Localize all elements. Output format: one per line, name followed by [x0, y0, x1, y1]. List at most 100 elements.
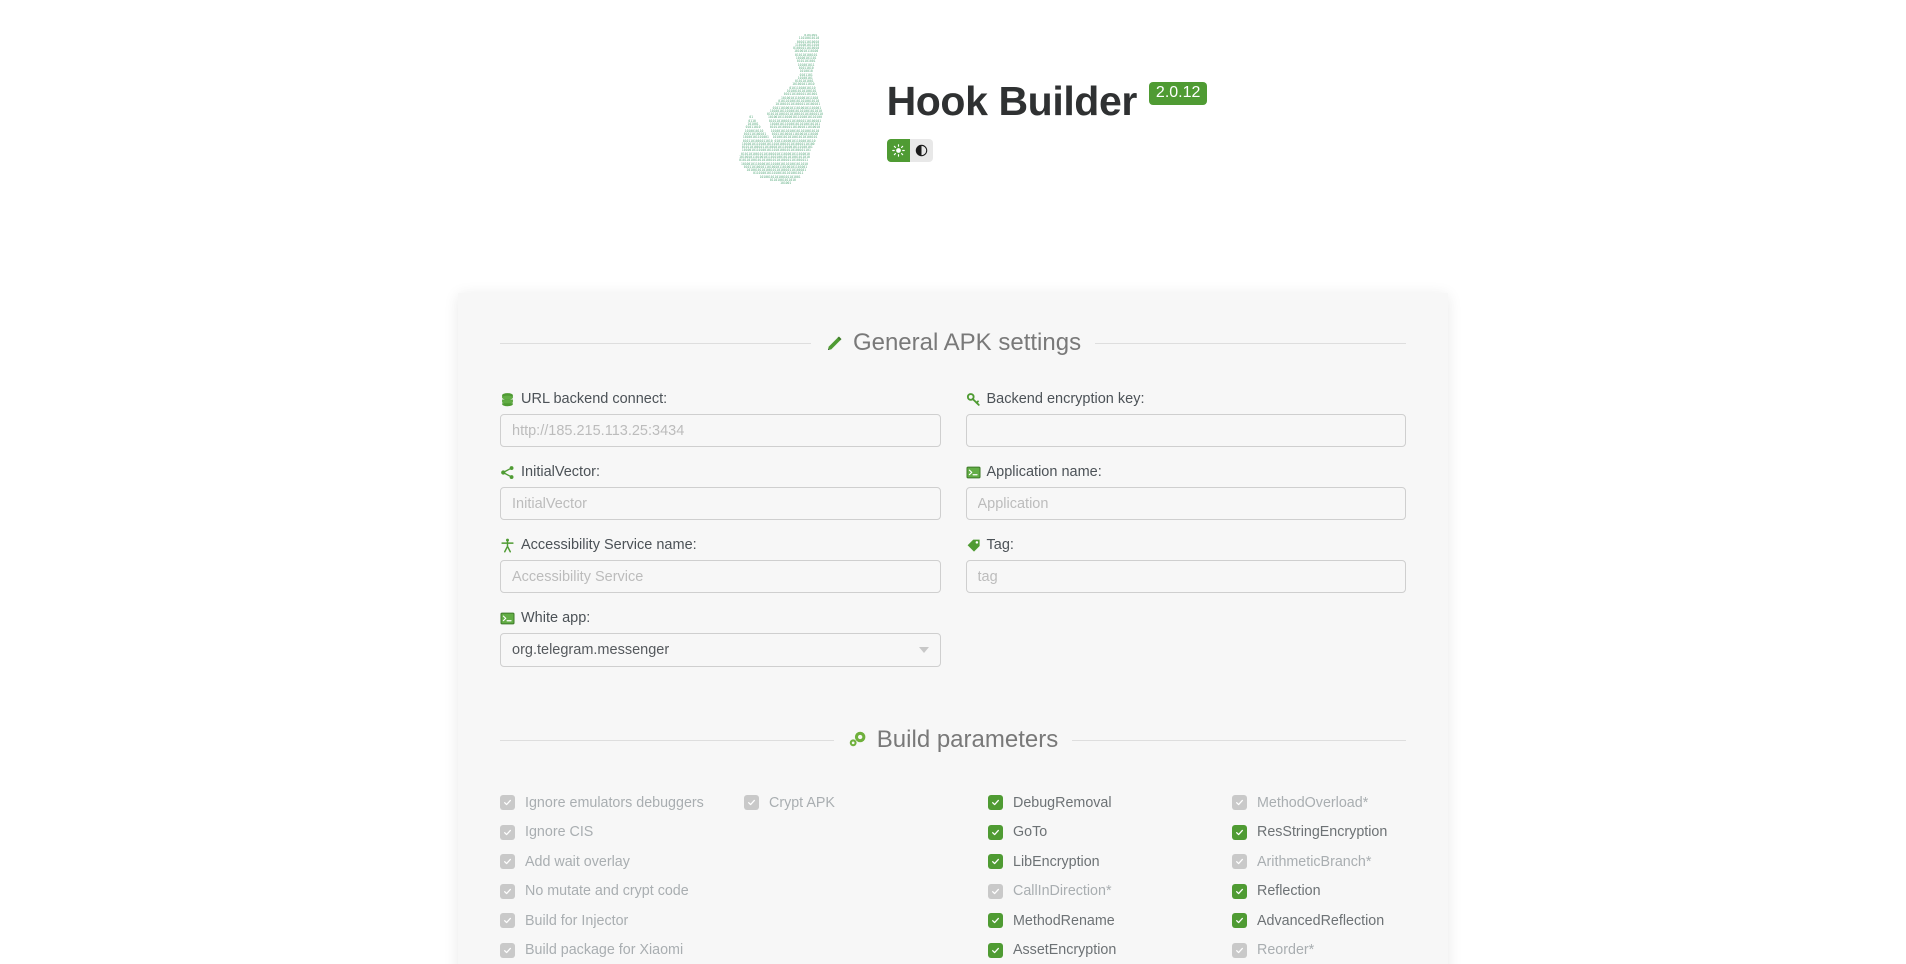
checkbox-checked-icon[interactable] [1232, 824, 1247, 840]
database-icon [500, 392, 515, 407]
build-parameter-label: Add wait overlay [525, 853, 630, 870]
checkbox-checked-icon[interactable] [988, 913, 1003, 929]
build-parameter-label: Ignore CIS [525, 824, 594, 841]
label-white-app-text: White app: [521, 610, 591, 626]
checkbox-checked-icon[interactable] [988, 942, 1003, 958]
label-tag: Tag: [966, 537, 1407, 553]
checkbox-checked-icon[interactable] [1232, 883, 1247, 899]
ascii-hook-logo: 0101001 11010010110 001011010010 1101001… [739, 34, 823, 186]
build-parameter-label: AdvancedReflection [1257, 912, 1385, 929]
build-parameter-item[interactable]: LibEncryption [988, 847, 1232, 877]
accessibility-service-input[interactable] [500, 560, 941, 593]
build-parameters-column-1: Ignore emulators debuggers Ignore CIS Add … [500, 788, 744, 964]
tag-input[interactable] [965, 560, 1406, 593]
contrast-icon [915, 144, 928, 157]
build-parameter-label: Reorder* [1257, 942, 1315, 959]
checkbox-checked-icon [500, 795, 515, 811]
build-parameter-label: ResStringEncryption [1257, 824, 1388, 841]
build-parameter-item[interactable]: MethodRename [988, 906, 1232, 936]
general-section-header: General APK settings [500, 329, 1407, 357]
build-parameter-label: Build for Injector [525, 912, 629, 929]
general-section-title: General APK settings [852, 329, 1082, 356]
build-section: Build parameters Ignore emulators debugg… [500, 726, 1407, 964]
terminal-icon [966, 465, 981, 480]
build-parameters-column-2: Crypt APK [744, 788, 988, 964]
checkbox-checked-icon[interactable] [1232, 913, 1247, 929]
url-backend-input[interactable] [500, 414, 941, 447]
theme-light-button[interactable] [886, 139, 910, 162]
build-parameters-grid: Ignore emulators debuggers Ignore CIS Add … [500, 788, 1406, 964]
label-tag-text: Tag: [986, 537, 1014, 553]
title-row: Hook Builder 2.0.12 [887, 81, 1208, 122]
build-parameter-label: Crypt APK [769, 794, 835, 811]
label-initial-vector-text: InitialVector: [521, 464, 600, 480]
build-parameter-item[interactable]: AssetEncryption [988, 936, 1232, 964]
pencil-icon [825, 334, 844, 353]
initial-vector-input[interactable] [500, 487, 941, 520]
build-parameters-column-4: MethodOverload* ResStringEncryption Arithm… [1232, 788, 1476, 964]
build-parameter-item[interactable]: ResStringEncryption [1232, 818, 1476, 848]
build-parameter-item[interactable]: AdvancedReflection [1232, 906, 1476, 936]
build-parameter-label: Ignore emulators debuggers [525, 794, 704, 811]
build-parameter-label: Build package for Xiaomi [525, 942, 684, 959]
checkbox-checked-icon [988, 883, 1003, 899]
field-tag: Tag: [965, 537, 1407, 593]
app-logo: 0101001 11010010110 001011010010 1101001… [699, 34, 849, 209]
build-parameter-label: MethodRename [1013, 912, 1115, 929]
field-accessibility-service: Accessibility Service name: [500, 537, 941, 593]
build-parameter-item: Ignore emulators debuggers [500, 788, 744, 818]
build-parameter-item: No mutate and crypt code [500, 877, 744, 907]
label-initial-vector: InitialVector: [500, 464, 941, 480]
build-parameters-column-3: DebugRemoval GoTo LibEncryption CallInDirec… [988, 788, 1232, 964]
build-parameter-item[interactable]: GoTo [988, 818, 1232, 848]
build-parameter-item: Build package for Xiaomi [500, 936, 744, 964]
build-parameter-item: Add wait overlay [500, 847, 744, 877]
theme-toggle-group[interactable] [886, 139, 933, 162]
label-white-app: White app: [500, 610, 941, 626]
tag-icon [966, 538, 981, 553]
share-nodes-icon [500, 465, 515, 480]
backend-key-input[interactable] [965, 414, 1406, 447]
checkbox-checked-icon[interactable] [988, 795, 1003, 811]
field-application-name: Application name: [965, 464, 1407, 520]
divider-left [500, 342, 811, 344]
field-url-backend: URL backend connect: [500, 391, 941, 447]
build-parameter-item: Build for Injector [500, 906, 744, 936]
label-application-name: Application name: [966, 464, 1407, 480]
field-initial-vector: InitialVector: [500, 464, 941, 520]
label-application-name-text: Application name: [986, 464, 1102, 480]
version-badge: 2.0.12 [1148, 82, 1208, 105]
build-parameter-item: CallInDirection* [988, 877, 1232, 907]
field-backend-key: Backend encryption key: [965, 391, 1406, 447]
label-url-backend-text: URL backend connect: [521, 391, 668, 407]
key-icon [966, 392, 981, 407]
checkbox-checked-icon[interactable] [988, 824, 1003, 840]
checkbox-checked-icon [500, 942, 515, 958]
general-form: URL backend connect: http://185.215.113.… [500, 391, 1406, 684]
divider-right [1095, 342, 1407, 344]
field-white-app: White app: org.telegram.messenger [500, 610, 941, 667]
build-parameter-item: ArithmeticBranch* [1232, 847, 1476, 877]
build-parameter-label: AssetEncryption [1013, 942, 1117, 959]
build-parameter-item[interactable]: DebugRemoval [988, 788, 1232, 818]
settings-card: General APK settings URL backend connect… [458, 293, 1448, 964]
app-header: 0101001 11010010110 001011010010 1101001… [0, 0, 1906, 209]
build-section-header: Build parameters [500, 726, 1407, 754]
label-backend-key-text: Backend encryption key: [986, 391, 1145, 407]
build-section-title: Build parameters [876, 726, 1059, 753]
application-name-input[interactable] [965, 487, 1406, 520]
label-url-backend: URL backend connect: [500, 391, 941, 407]
label-accessibility-service: Accessibility Service name: [500, 537, 941, 553]
build-parameter-label: CallInDirection* [1013, 883, 1112, 900]
divider-right [1072, 739, 1407, 741]
build-parameter-item[interactable]: Reflection [1232, 877, 1476, 907]
gears-icon [848, 730, 868, 750]
checkbox-checked-icon [500, 854, 515, 870]
checkbox-checked-icon [500, 824, 515, 840]
checkbox-checked-icon[interactable] [988, 854, 1003, 870]
accessibility-icon [500, 538, 515, 553]
theme-dark-button[interactable] [909, 139, 933, 162]
checkbox-checked-icon [1232, 942, 1247, 958]
page-title: Hook Builder [886, 78, 1138, 124]
white-app-select[interactable]: org.telegram.messenger [500, 633, 941, 667]
